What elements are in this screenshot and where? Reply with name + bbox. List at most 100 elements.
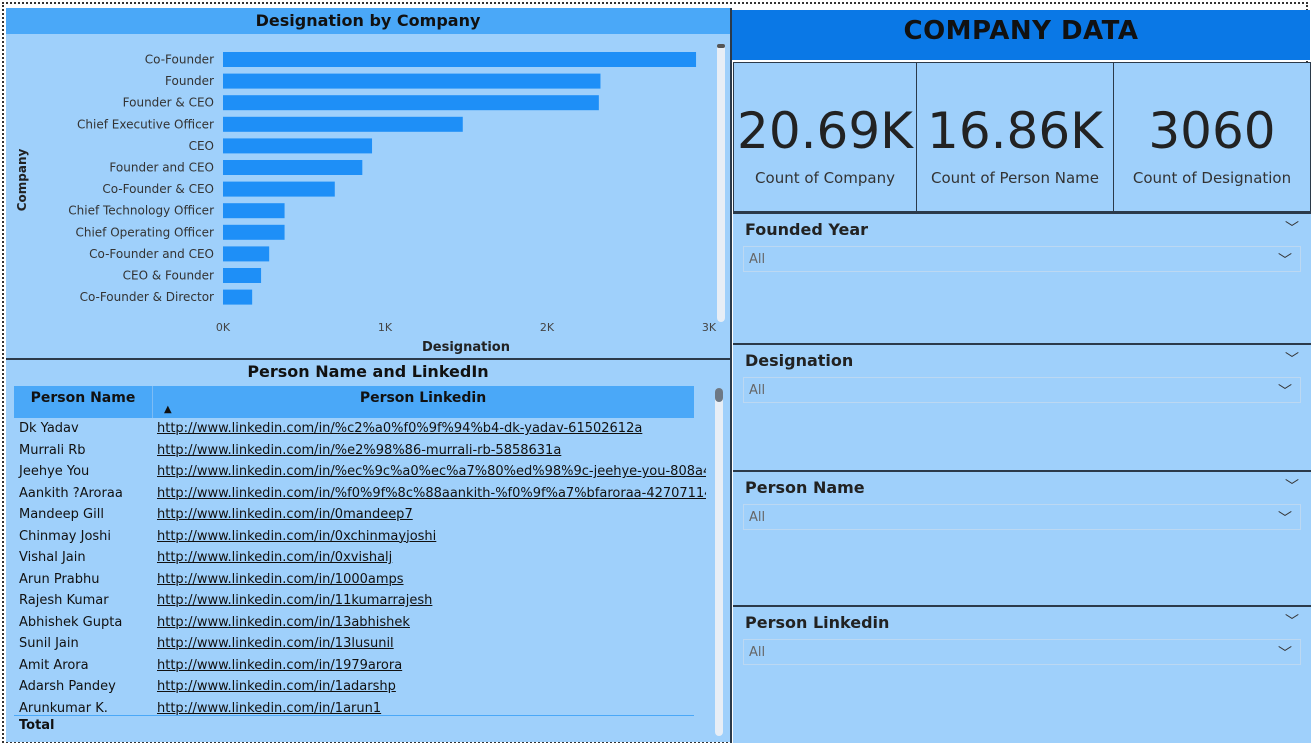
slicer-dropdown[interactable]: All ﹀: [743, 504, 1301, 530]
category-label: Co-Founder and CEO: [89, 247, 214, 261]
person-name-cell: Mandeep Gill: [19, 507, 104, 522]
column-header-person-linkedin[interactable]: Person Linkedin: [152, 386, 694, 418]
person-name-cell: Arunkumar K.: [19, 700, 108, 716]
kpi-card-person-name: 16.86K Count of Person Name: [916, 62, 1114, 212]
person-linkedin-link[interactable]: http://www.linkedin.com/in/1arun1: [157, 701, 381, 716]
vertical-divider: [730, 8, 732, 743]
table-row: Murrali Rb http://www.linkedin.com/in/%e2…: [14, 441, 694, 463]
person-linkedin-link[interactable]: http://www.linkedin.com/in/%e2%98%86-mur…: [157, 443, 561, 458]
person-name-cell: Murrali Rb: [19, 442, 86, 458]
bar: [223, 246, 270, 262]
person-linkedin-link[interactable]: http://www.linkedin.com/in/%f0%9f%8c%88a…: [157, 486, 706, 501]
page-title: COMPANY DATA: [732, 10, 1310, 60]
person-linkedin-link[interactable]: http://www.linkedin.com/in/1979arora: [157, 658, 402, 673]
person-linkedin-link[interactable]: http://www.linkedin.com/in/13lusunil: [157, 636, 394, 651]
bar: [223, 289, 253, 305]
table-row: Abhishek Gupta http://www.linkedin.com/in…: [14, 613, 694, 635]
slicer-person-linkedin: Person Linkedin ﹀ All ﹀: [733, 605, 1311, 743]
table-title: Person Name and LinkedIn: [247, 362, 489, 381]
chevron-down-icon[interactable]: ﹀: [1285, 218, 1299, 238]
chevron-down-icon: ﹀: [1278, 384, 1292, 400]
category-label: Co-Founder & Director: [80, 290, 214, 304]
table-row: Adarsh Pandey http://www.linkedin.com/in/…: [14, 677, 694, 699]
table-row: Sunil Jain http://www.linkedin.com/in/13l…: [14, 634, 694, 656]
person-linkedin-link[interactable]: http://www.linkedin.com/in/13abhishek: [157, 615, 410, 630]
chart-scrollbar-thumb[interactable]: [717, 44, 725, 48]
person-name-cell: Sunil Jain: [19, 636, 79, 651]
slicer-founded-year: Founded Year ﹀ All ﹀: [733, 212, 1311, 343]
kpi-card-company: 20.69K Count of Company: [733, 62, 917, 212]
x-tick-label: 3K: [702, 321, 717, 334]
bar: [223, 181, 335, 197]
slicer-dropdown[interactable]: All ﹀: [743, 246, 1301, 272]
slicer-person-name: Person Name ﹀ All ﹀: [733, 470, 1311, 605]
bar: [223, 160, 363, 175]
chart-scrollbar[interactable]: [717, 44, 725, 322]
total-label: Total: [19, 718, 55, 733]
y-axis-title: Company: [15, 149, 29, 212]
chevron-down-icon[interactable]: ﹀: [1285, 611, 1299, 631]
person-linkedin-link[interactable]: http://www.linkedin.com/in/0xvishalj: [157, 550, 392, 565]
person-name-cell: Vishal Jain: [19, 550, 86, 565]
table-row: Dk Yadav http://www.linkedin.com/in/%c2%a…: [14, 419, 694, 441]
person-name-cell: Arun Prabhu: [19, 571, 100, 587]
slicer-dropdown[interactable]: All ﹀: [743, 639, 1301, 665]
category-label: Chief Executive Officer: [77, 117, 214, 131]
person-linkedin-link[interactable]: http://www.linkedin.com/in/0mandeep7: [157, 507, 413, 522]
person-name-cell: Chinmay Joshi: [19, 528, 112, 544]
person-linkedin-link[interactable]: http://www.linkedin.com/in/11kumarrajesh: [157, 593, 432, 608]
slicer-title: Designation: [745, 351, 854, 370]
person-linkedin-link[interactable]: http://www.linkedin.com/in/%ec%9c%a0%ec%…: [157, 464, 706, 479]
designation-bar-chart: Co-Founder Founder Founder & CEO Chief Exec…: [15, 52, 717, 355]
person-name-cell: Rajesh Kumar: [19, 593, 109, 608]
chevron-down-icon: ﹀: [1278, 646, 1292, 662]
person-name-cell: Adarsh Pandey: [19, 679, 116, 694]
category-label: Founder & CEO: [123, 96, 214, 110]
category-label: Chief Technology Officer: [68, 204, 214, 218]
table-body: Dk Yadav http://www.linkedin.com/in/%c2%a…: [6, 419, 706, 715]
x-tick-label: 1K: [378, 321, 393, 334]
table-scrollbar-thumb[interactable]: [715, 388, 723, 402]
slicer-value: All: [749, 383, 766, 398]
slicer-value: All: [749, 510, 766, 525]
kpi-card-designation: 3060 Count of Designation: [1113, 62, 1311, 212]
category-label: Chief Operating Officer: [75, 225, 214, 239]
bar: [223, 224, 285, 240]
bar: [223, 73, 601, 89]
table-row: Aankith ?Aroraa http://www.linkedin.com/i…: [14, 484, 706, 506]
person-name-cell: Amit Arora: [19, 657, 89, 673]
slicer-title: Person Linkedin: [745, 613, 890, 632]
person-name-cell: Abhishek Gupta: [19, 614, 123, 630]
column-header-person-name[interactable]: Person Name: [14, 386, 153, 418]
table-row: Mandeep Gill http://www.linkedin.com/in/0…: [14, 505, 694, 527]
slicer-value: All: [749, 645, 766, 660]
chevron-down-icon[interactable]: ﹀: [1285, 476, 1299, 496]
category-label: Founder: [165, 74, 214, 88]
person-linkedin-link[interactable]: http://www.linkedin.com/in/%c2%a0%f0%9f%…: [157, 421, 642, 436]
chevron-down-icon[interactable]: ﹀: [1285, 349, 1299, 369]
person-linkedin-link[interactable]: http://www.linkedin.com/in/1adarshp: [157, 679, 396, 694]
kpi-label: Count of Person Name: [931, 169, 1099, 187]
kpi-value: 3060: [1148, 102, 1276, 160]
table-row: Amit Arora http://www.linkedin.com/in/197…: [14, 656, 694, 678]
table-row: Chinmay Joshi http://www.linkedin.com/in/…: [14, 527, 694, 549]
slicer-value: All: [749, 252, 766, 267]
bar: [223, 116, 463, 132]
table-scrollbar[interactable]: [715, 388, 723, 736]
slicer-dropdown[interactable]: All ﹀: [743, 377, 1301, 403]
chevron-down-icon: ﹀: [1278, 511, 1292, 527]
sort-asc-icon[interactable]: ▲: [164, 404, 172, 415]
slicer-title: Person Name: [745, 478, 865, 497]
person-linkedin-link[interactable]: http://www.linkedin.com/in/0xchinmayjosh…: [157, 529, 436, 544]
kpi-label: Count of Designation: [1132, 169, 1292, 187]
table-row: Arunkumar K. http://www.linkedin.com/in/1…: [14, 699, 694, 716]
category-label: Founder and CEO: [109, 161, 214, 175]
person-name-cell: Aankith ?Aroraa: [19, 485, 123, 501]
designation-chart-panel: Designation by Company Co-Founder Founder…: [6, 8, 730, 358]
person-table-panel: Person Name and LinkedIn Person Name Per…: [6, 360, 730, 742]
person-linkedin-link[interactable]: http://www.linkedin.com/in/1000amps: [157, 572, 404, 587]
category-label: Co-Founder: [145, 53, 214, 67]
bar: [223, 138, 373, 154]
bar: [223, 203, 285, 219]
category-label: Co-Founder & CEO: [102, 182, 214, 196]
